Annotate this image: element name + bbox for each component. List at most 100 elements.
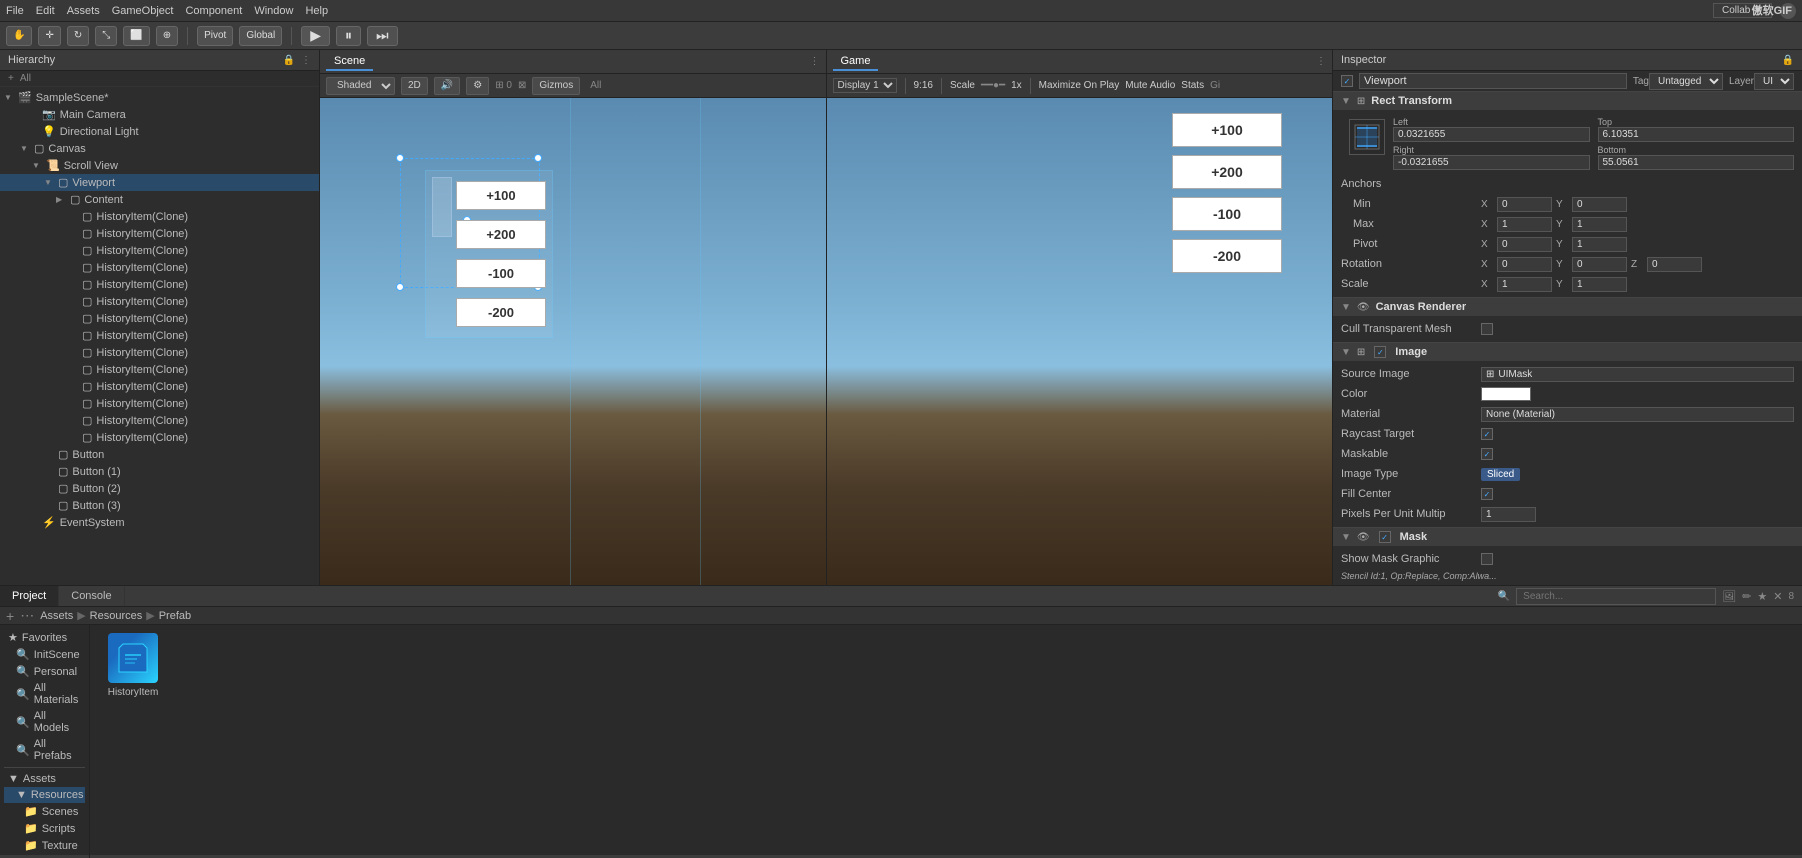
hier-item-hist1[interactable]: ▢HistoryItem(Clone): [0, 208, 319, 225]
rect-tool[interactable]: ⬜: [123, 26, 149, 46]
rt-min-y-input[interactable]: [1572, 197, 1627, 212]
hier-item-button2[interactable]: ▢Button (2): [0, 480, 319, 497]
menu-component[interactable]: Component: [185, 5, 242, 17]
game-hist-neg200[interactable]: -200: [1172, 239, 1282, 273]
rt-pivot-y-input[interactable]: [1572, 237, 1627, 252]
rt-rot-y-input[interactable]: [1572, 257, 1627, 272]
image-header[interactable]: ▼ ⊞ ✓ Image: [1333, 343, 1802, 361]
mute-label[interactable]: Mute Audio: [1125, 80, 1175, 91]
play-button[interactable]: ▶: [301, 26, 330, 46]
proj-favorites[interactable]: ★ Favorites: [4, 629, 85, 646]
hier-item-hist9[interactable]: ▢HistoryItem(Clone): [0, 344, 319, 361]
project-icon4[interactable]: ✕: [1773, 590, 1782, 603]
menu-edit[interactable]: Edit: [36, 5, 55, 17]
project-plus-icon[interactable]: +: [6, 608, 14, 624]
hier-item-hist8[interactable]: ▢HistoryItem(Clone): [0, 327, 319, 344]
hier-item-hist6[interactable]: ▢HistoryItem(Clone): [0, 293, 319, 310]
rt-left-input[interactable]: [1393, 127, 1590, 142]
hier-item-button1[interactable]: ▢Button (1): [0, 463, 319, 480]
hierarchy-header[interactable]: Hierarchy 🔒 ⋮: [0, 50, 319, 71]
project-minus-icon[interactable]: ⋯: [20, 607, 34, 624]
display-select[interactable]: Display 1: [833, 78, 897, 93]
hier-item-hist10[interactable]: ▢HistoryItem(Clone): [0, 361, 319, 378]
hand-tool[interactable]: ✋: [6, 26, 32, 46]
project-icon1[interactable]: 🖼: [1722, 590, 1736, 603]
game-hist-neg100[interactable]: -100: [1172, 197, 1282, 231]
hier-item-samplescene[interactable]: ▼ 🎬 SampleScene*: [0, 89, 319, 106]
scene-menu-icon[interactable]: ⋮: [810, 56, 820, 67]
menu-file[interactable]: File: [6, 5, 24, 17]
rt-max-x-input[interactable]: [1497, 217, 1552, 232]
hier-item-hist4[interactable]: ▢HistoryItem(Clone): [0, 259, 319, 276]
proj-personal[interactable]: 🔍 Personal: [4, 663, 85, 680]
hier-item-eventsystem[interactable]: ⚡EventSystem: [0, 514, 319, 531]
show-mask-checkbox[interactable]: [1481, 553, 1493, 565]
tag-select[interactable]: Untagged: [1649, 73, 1723, 90]
rt-max-y-input[interactable]: [1572, 217, 1627, 232]
rt-rot-z-input[interactable]: [1647, 257, 1702, 272]
cull-checkbox[interactable]: [1481, 323, 1493, 335]
game-hist-200[interactable]: +200: [1172, 155, 1282, 189]
pivot-button[interactable]: Pivot: [197, 26, 233, 46]
menu-window[interactable]: Window: [254, 5, 293, 17]
gizmos-button[interactable]: Gizmos: [532, 77, 580, 95]
hier-item-dirlight[interactable]: 💡 Directional Light: [0, 123, 319, 140]
proj-resources[interactable]: ▼ Resources: [4, 787, 85, 803]
viewport-enabled-checkbox[interactable]: ✓: [1341, 75, 1353, 87]
bc-resources[interactable]: Resources: [90, 610, 143, 622]
proj-all-prefabs[interactable]: 🔍 All Prefabs: [4, 736, 85, 764]
rect-transform-header[interactable]: ▼ ⊞ Rect Transform: [1333, 92, 1802, 110]
hier-item-scrollview[interactable]: ▼ 📜 Scroll View: [0, 157, 319, 174]
hier-item-button3[interactable]: ▢Button (3): [0, 497, 319, 514]
hier-item-maincamera[interactable]: 📷 Main Camera: [0, 106, 319, 123]
handle-tr[interactable]: [534, 154, 542, 162]
project-icon2[interactable]: ✏: [1742, 590, 1751, 603]
maximize-label[interactable]: Maximize On Play: [1039, 80, 1120, 91]
proj-all-materials[interactable]: 🔍 All Materials: [4, 680, 85, 708]
rt-right-input[interactable]: [1393, 155, 1590, 170]
bc-prefab[interactable]: Prefab: [159, 610, 191, 622]
object-name-field[interactable]: [1359, 73, 1627, 89]
hierarchy-plus-icon[interactable]: +: [8, 73, 14, 84]
hierarchy-menu-icon[interactable]: ⋮: [301, 55, 311, 66]
canvas-renderer-header[interactable]: ▼ 👁 Canvas Renderer: [1333, 298, 1802, 316]
hier-item-hist5[interactable]: ▢HistoryItem(Clone): [0, 276, 319, 293]
rt-scale-y-input[interactable]: [1572, 277, 1627, 292]
proj-scenes[interactable]: 📁 Scenes: [4, 803, 85, 820]
scene-hist-neg100[interactable]: -100: [456, 259, 546, 288]
stats-label[interactable]: Stats: [1181, 80, 1204, 91]
hier-item-button[interactable]: ▢Button: [0, 446, 319, 463]
project-search-input[interactable]: [1516, 588, 1716, 605]
proj-all-models[interactable]: 🔍 All Models: [4, 708, 85, 736]
pause-button[interactable]: ⏸: [336, 26, 361, 46]
hier-item-hist7[interactable]: ▢HistoryItem(Clone): [0, 310, 319, 327]
scene-hist-200[interactable]: +200: [456, 220, 546, 249]
move-tool[interactable]: ✛: [38, 26, 60, 46]
hierarchy-all-label[interactable]: All: [20, 73, 31, 84]
color-swatch[interactable]: [1481, 387, 1531, 401]
game-hist-100[interactable]: +100: [1172, 113, 1282, 147]
hier-item-hist13[interactable]: ▢HistoryItem(Clone): [0, 412, 319, 429]
proj-texture[interactable]: 📁 Texture: [4, 837, 85, 854]
hier-item-viewport[interactable]: ▼ ▢ Viewport: [0, 174, 319, 191]
menu-gameobject[interactable]: GameObject: [112, 5, 174, 17]
global-button[interactable]: Global: [239, 26, 282, 46]
maskable-checkbox[interactable]: ✓: [1481, 448, 1493, 460]
rt-min-x-input[interactable]: [1497, 197, 1552, 212]
tab-console[interactable]: Console: [59, 586, 124, 606]
hier-item-hist2[interactable]: ▢HistoryItem(Clone): [0, 225, 319, 242]
rt-scale-x-input[interactable]: [1497, 277, 1552, 292]
hier-item-hist3[interactable]: ▢HistoryItem(Clone): [0, 242, 319, 259]
bc-assets[interactable]: Assets: [40, 610, 73, 622]
anchor-diagram[interactable]: [1349, 119, 1385, 155]
fill-center-checkbox[interactable]: ✓: [1481, 488, 1493, 500]
mask-header[interactable]: ▼ 👁 ✓ Mask: [1333, 528, 1802, 546]
menu-help[interactable]: Help: [305, 5, 328, 17]
game-menu-icon[interactable]: ⋮: [1316, 56, 1326, 67]
rt-top-input[interactable]: [1598, 127, 1795, 142]
material-field[interactable]: None (Material): [1481, 407, 1794, 422]
handle-bl[interactable]: [396, 283, 404, 291]
rt-pivot-x-input[interactable]: [1497, 237, 1552, 252]
proj-assets[interactable]: ▼ Assets: [4, 771, 85, 787]
image-type-value[interactable]: Sliced: [1481, 468, 1520, 481]
